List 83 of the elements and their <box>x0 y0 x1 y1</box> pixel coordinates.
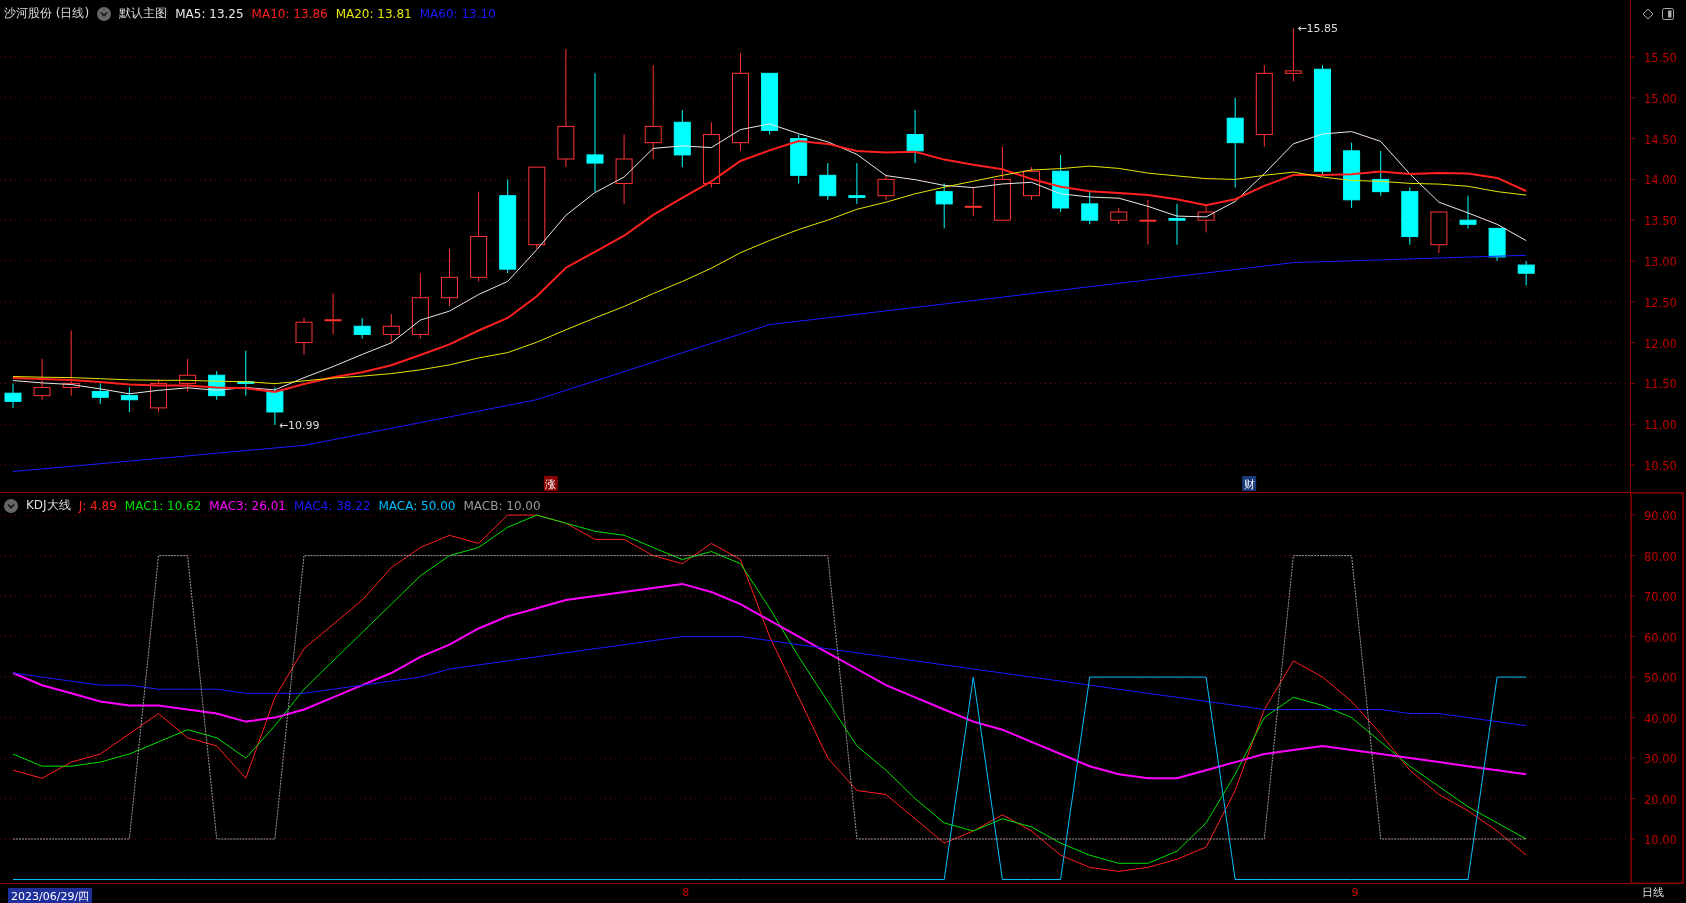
candlestick <box>324 293 342 335</box>
axis-label: 70.00 <box>1644 590 1677 605</box>
candlestick <box>382 313 400 344</box>
chart-title: 沙河股份 (日线) <box>4 5 90 22</box>
panel-toggle-icon[interactable] <box>1662 8 1674 20</box>
candlestick <box>1517 260 1535 286</box>
period-label[interactable]: 日线 <box>1630 885 1664 903</box>
candlestick <box>1110 207 1128 225</box>
axis-label: 13.50 <box>1644 214 1677 229</box>
indicator-value: MAC3: 26.01 <box>209 498 286 513</box>
candlestick <box>906 109 924 164</box>
indicator-value: MACA: 50.00 <box>378 498 456 513</box>
candlestick <box>1430 211 1448 254</box>
axis-label: 14.00 <box>1644 173 1677 188</box>
month-label: 8 <box>682 886 690 899</box>
diamond-icon[interactable] <box>1642 8 1654 20</box>
candlestick <box>964 187 982 217</box>
axis-label: 14.50 <box>1644 132 1677 147</box>
price-label: ←10.99 <box>278 419 320 432</box>
candlestick <box>615 134 633 205</box>
axis-label: 60.00 <box>1644 630 1677 645</box>
candlestick <box>179 358 197 393</box>
axis-label: 50.00 <box>1644 671 1677 686</box>
axis-label: 12.00 <box>1644 336 1677 351</box>
axis-label: 80.00 <box>1644 549 1677 564</box>
candlestick <box>1052 154 1070 213</box>
month-label: 9 <box>1351 886 1359 899</box>
indicator-value: MAC1: 10.62 <box>124 498 202 513</box>
indicator-value: MA10: 13.86 <box>251 6 328 21</box>
axis-label: 30.00 <box>1644 752 1677 767</box>
candlestick <box>441 248 458 307</box>
axis-label: 13.00 <box>1644 255 1677 269</box>
axis-label: 15.00 <box>1644 91 1677 106</box>
price-label: ←15.85 <box>1297 22 1339 36</box>
candlestick <box>237 350 255 397</box>
candlestick <box>1401 187 1419 246</box>
indicator-value: MA20: 13.81 <box>335 6 412 21</box>
axis-label: 11.50 <box>1644 377 1677 392</box>
dropdown-icon[interactable] <box>4 498 18 513</box>
indicator-title[interactable]: KDJ大线 <box>26 497 71 514</box>
candlestick <box>1139 199 1157 246</box>
candlestick <box>848 162 866 205</box>
axis-label: 10.50 <box>1644 459 1677 473</box>
candlestick <box>877 174 895 201</box>
indicator-value: MA5: 13.25 <box>175 6 244 21</box>
candlestick <box>1343 142 1361 209</box>
indicator-value: MAC4: 38.22 <box>293 498 371 513</box>
axis-label: 40.00 <box>1644 711 1677 726</box>
candlestick <box>4 382 22 409</box>
candlestick <box>1168 203 1186 246</box>
candlestick <box>1081 191 1099 225</box>
candlestick <box>1372 150 1390 197</box>
candlestick <box>295 317 313 356</box>
event-marker[interactable]: 财 <box>1242 476 1257 491</box>
axis-label: 90.00 <box>1644 509 1677 524</box>
indicator-value: MACB: 10.00 <box>463 498 541 513</box>
candlestick <box>673 109 691 168</box>
axis-label: 11.00 <box>1644 418 1677 433</box>
axis-label: 20.00 <box>1644 792 1677 807</box>
candlestick <box>120 387 138 413</box>
candlestick <box>702 121 720 189</box>
candlestick <box>819 162 837 201</box>
template-name[interactable]: 默认主图 <box>119 5 168 22</box>
candlestick <box>62 329 80 397</box>
dropdown-icon[interactable] <box>97 6 112 21</box>
candlestick <box>411 272 429 339</box>
axis-label: 12.50 <box>1644 295 1677 310</box>
candlestick <box>33 358 51 401</box>
candlestick <box>790 134 808 184</box>
candlestick <box>208 370 226 401</box>
indicator-value: MA60: 13.10 <box>419 6 496 21</box>
candlestick <box>1197 203 1215 233</box>
axis-label: 10.00 <box>1644 833 1677 848</box>
candlestick <box>761 72 779 135</box>
candlestick <box>353 317 371 339</box>
candlestick <box>91 382 109 405</box>
candlestick <box>935 183 953 229</box>
axis-label: 15.50 <box>1644 51 1677 65</box>
candlestick <box>1488 227 1506 262</box>
date-label: 2023/06/29/四 <box>8 888 93 903</box>
indicator-value: J: 4.89 <box>78 498 117 513</box>
event-marker[interactable]: 涨 <box>543 476 558 491</box>
candlestick <box>1459 195 1477 229</box>
